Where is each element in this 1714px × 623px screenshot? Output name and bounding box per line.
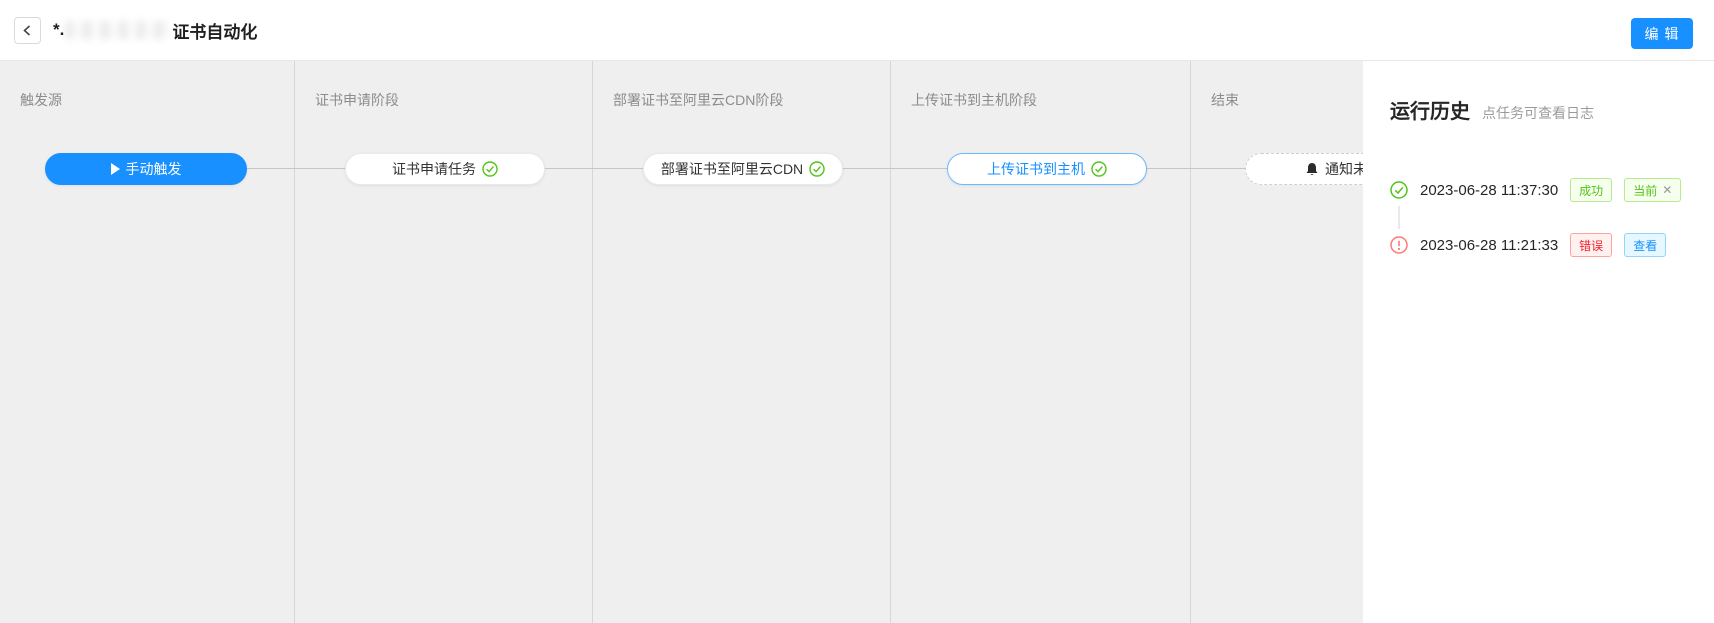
play-icon — [111, 163, 120, 175]
column-header: 结束 — [1211, 90, 1239, 110]
run-timestamp: 2023-06-28 11:21:33 — [1420, 237, 1558, 254]
run-history-header: 运行历史 点任务可查看日志 — [1390, 95, 1714, 124]
column-upload-host-stage: 上传证书到主机阶段 — [891, 61, 1191, 623]
redacted-domain — [66, 21, 170, 39]
close-icon[interactable]: ✕ — [1662, 184, 1672, 196]
column-header: 触发源 — [20, 90, 62, 110]
node-label: 手动触发 — [126, 159, 182, 179]
edit-button[interactable]: 编 辑 — [1631, 18, 1693, 49]
current-run-label: 当前 — [1633, 182, 1657, 199]
page-title-prefix: *. — [53, 20, 64, 40]
column-header: 证书申请阶段 — [315, 90, 399, 110]
bell-icon — [1305, 162, 1319, 177]
timeline-connector — [1390, 206, 1408, 229]
check-circle-icon — [482, 161, 498, 177]
exclamation-circle-icon — [1390, 236, 1408, 254]
run-history-panel: 运行历史 点任务可查看日志 2023-06-28 11:37:30 成功 当前 … — [1363, 61, 1714, 623]
run-timestamp: 2023-06-28 11:37:30 — [1420, 182, 1558, 199]
node-label: 上传证书到主机 — [987, 159, 1085, 179]
app-window: *. 证书自动化 编 辑 触发源 证书申请阶段 部署证书至阿里云CDN阶段 上传… — [0, 0, 1714, 623]
top-bar: *. 证书自动化 编 辑 — [0, 0, 1714, 61]
status-badge-error: 错误 — [1570, 233, 1612, 257]
page-title-suffix: 证书自动化 — [172, 18, 257, 43]
view-log-button[interactable]: 查看 — [1624, 233, 1666, 257]
column-deploy-cdn-stage: 部署证书至阿里云CDN阶段 — [593, 61, 891, 623]
node-upload-host-task[interactable]: 上传证书到主机 — [947, 153, 1147, 185]
node-label: 证书申请任务 — [392, 159, 476, 179]
run-history-title: 运行历史 — [1390, 95, 1470, 124]
chevron-left-icon — [22, 25, 33, 36]
page-title: *. 证书自动化 — [53, 18, 257, 43]
node-cert-apply-task[interactable]: 证书申请任务 — [345, 153, 545, 185]
node-label: 部署证书至阿里云CDN — [661, 159, 803, 179]
history-entry[interactable]: 2023-06-28 11:21:33 错误 查看 — [1390, 229, 1714, 261]
run-history-subtitle: 点任务可查看日志 — [1482, 103, 1594, 123]
check-circle-icon — [809, 161, 825, 177]
column-header: 上传证书到主机阶段 — [911, 90, 1037, 110]
back-button[interactable] — [14, 17, 41, 44]
check-circle-icon — [1390, 181, 1408, 199]
column-cert-apply-stage: 证书申请阶段 — [295, 61, 593, 623]
run-history-list: 2023-06-28 11:37:30 成功 当前 ✕ 2023-06-28 1… — [1390, 174, 1714, 261]
node-deploy-cdn-task[interactable]: 部署证书至阿里云CDN — [643, 153, 843, 185]
column-header: 部署证书至阿里云CDN阶段 — [613, 90, 783, 110]
history-entry[interactable]: 2023-06-28 11:37:30 成功 当前 ✕ — [1390, 174, 1714, 206]
node-manual-trigger[interactable]: 手动触发 — [45, 153, 247, 185]
status-badge-success: 成功 — [1570, 178, 1612, 202]
check-circle-icon — [1091, 161, 1107, 177]
current-run-tag[interactable]: 当前 ✕ — [1624, 178, 1681, 202]
column-trigger-source: 触发源 — [0, 61, 295, 623]
